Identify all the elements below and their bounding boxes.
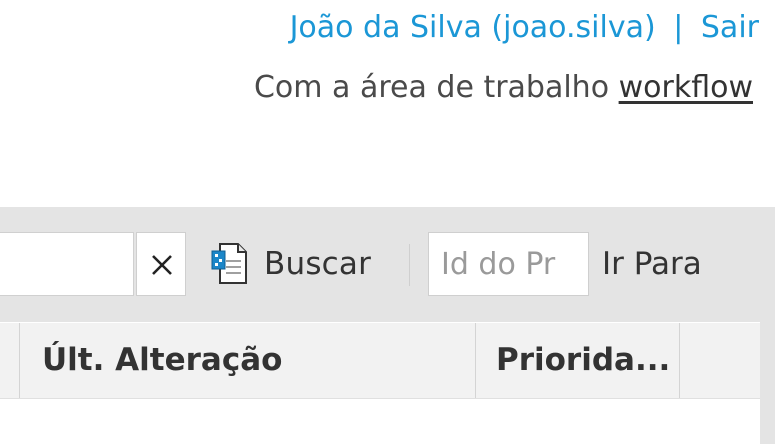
column-divider[interactable] — [475, 323, 476, 398]
header-separator: | — [673, 10, 684, 45]
workspace-link[interactable]: workflow — [619, 70, 753, 105]
logout-link[interactable]: Sair — [701, 10, 759, 45]
user-info-line: João da Silva (joao.silva) | Sair — [290, 6, 759, 50]
go-to-button[interactable]: Ir Para — [602, 232, 702, 296]
process-id-input[interactable] — [428, 232, 589, 296]
clear-search-button[interactable] — [136, 232, 186, 296]
workspace-prefix: Com a área de trabalho — [253, 70, 610, 105]
column-header-last-modified[interactable]: Últ. Alteração — [42, 323, 282, 398]
search-button[interactable]: Buscar — [210, 232, 371, 296]
document-search-icon — [211, 243, 247, 284]
column-divider[interactable] — [19, 323, 20, 398]
toolbar-divider — [409, 244, 410, 286]
close-icon — [152, 255, 172, 275]
table-body — [0, 399, 760, 444]
search-input[interactable] — [0, 232, 134, 296]
toolbar-edge — [760, 207, 775, 444]
workspace-line: Com a área de trabalho workflow — [254, 66, 753, 110]
user-name[interactable]: João da Silva (joao.silva) — [290, 10, 656, 45]
page: João da Silva (joao.silva) | Sair Com a … — [0, 0, 775, 444]
column-header-priority[interactable]: Priorida... — [496, 323, 670, 398]
column-divider[interactable] — [679, 323, 680, 398]
search-button-label: Buscar — [264, 246, 372, 282]
